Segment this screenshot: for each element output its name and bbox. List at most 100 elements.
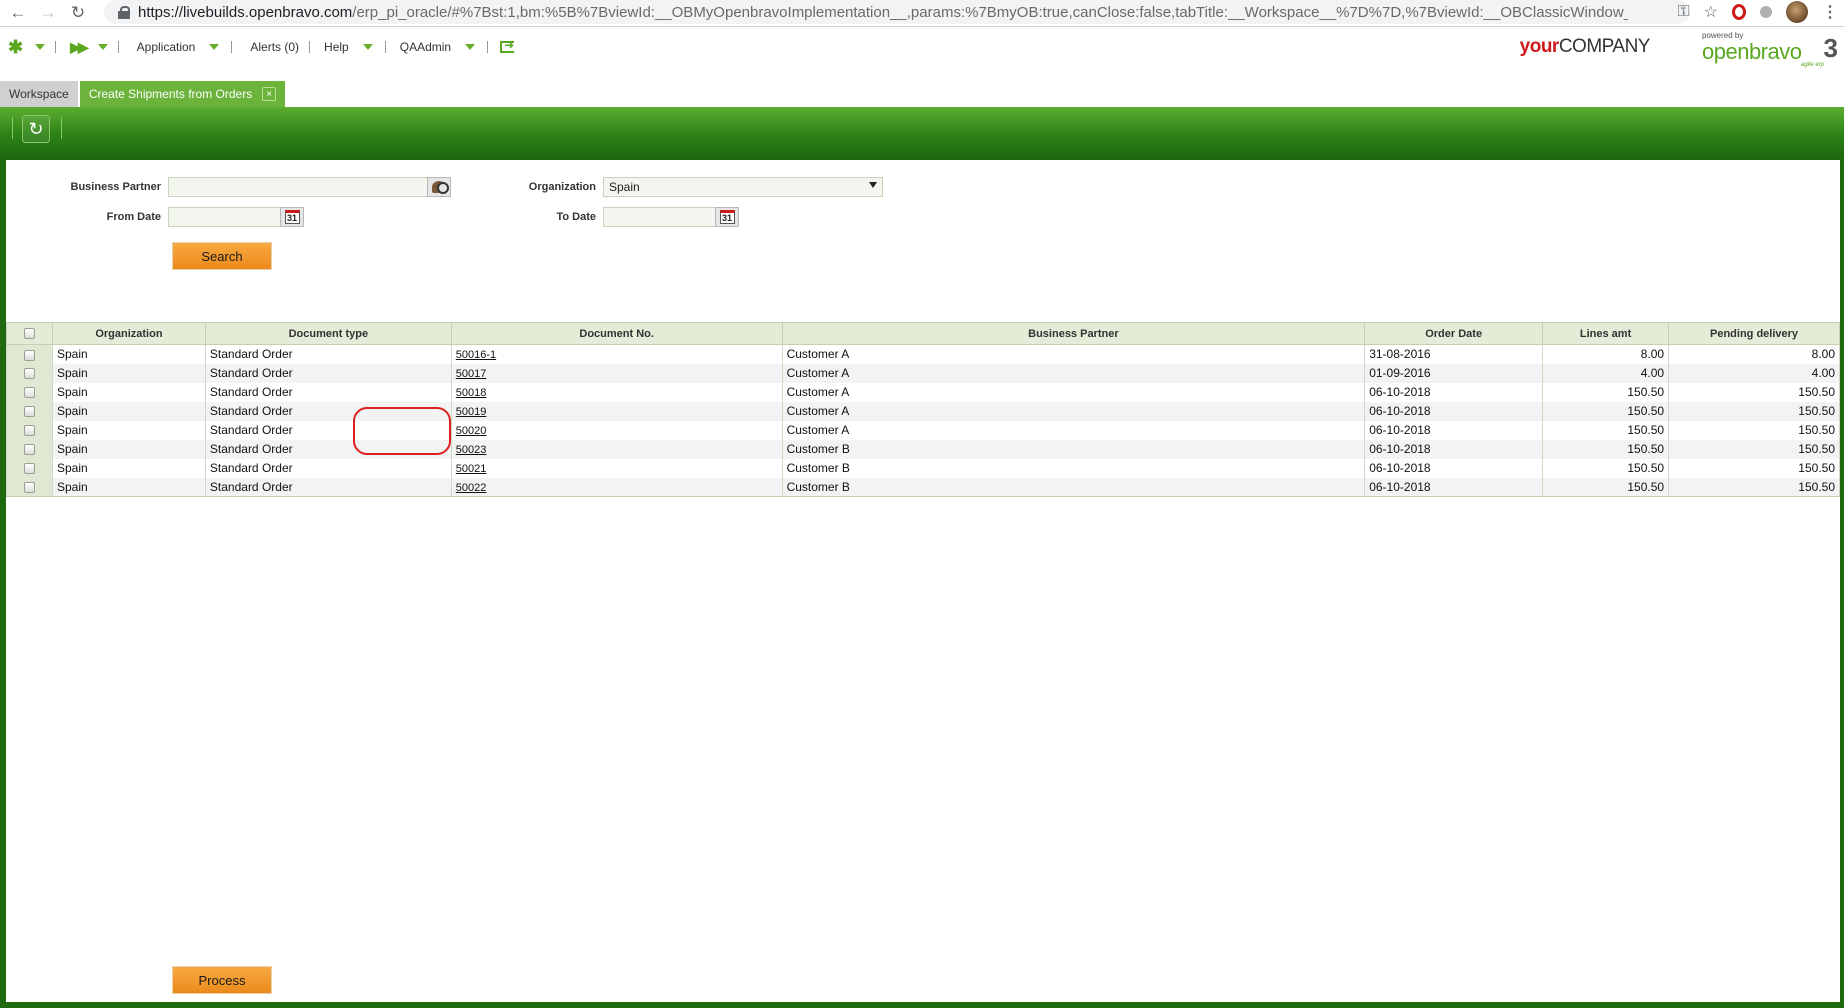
- select-all-header: [6, 322, 53, 345]
- row-select-cell: [6, 344, 53, 364]
- table-row[interactable]: Spain Standard Order 50023 Customer B 06…: [6, 439, 1840, 459]
- table-row[interactable]: Spain Standard Order 50018 Customer A 06…: [6, 382, 1840, 402]
- cell-order-date: 06-10-2018: [1364, 420, 1544, 440]
- business-partner-label: Business Partner: [70, 181, 161, 193]
- column-header-document-no[interactable]: Document No.: [450, 322, 783, 345]
- row-checkbox[interactable]: [23, 406, 35, 418]
- column-header-organization[interactable]: Organization: [51, 322, 206, 345]
- table-row[interactable]: Spain Standard Order 50022 Customer B 06…: [6, 477, 1840, 497]
- row-checkbox[interactable]: [23, 482, 35, 494]
- row-checkbox[interactable]: [23, 368, 35, 380]
- column-header-lines-amt[interactable]: Lines amt: [1542, 322, 1670, 345]
- organization-select[interactable]: Spain: [603, 177, 883, 197]
- back-icon[interactable]: ←: [6, 1, 30, 25]
- row-checkbox[interactable]: [23, 387, 35, 399]
- column-header-pending-delivery[interactable]: Pending delivery: [1668, 322, 1840, 345]
- row-select-cell: [6, 363, 53, 383]
- process-form: Business Partner Organization Spain From…: [6, 160, 1840, 1002]
- browser-menu-icon[interactable]: ⋮: [1822, 2, 1838, 22]
- opera-extension-icon[interactable]: [1732, 4, 1746, 20]
- forward-icon[interactable]: →: [36, 1, 60, 25]
- row-checkbox[interactable]: [23, 444, 35, 456]
- tab-create-shipments[interactable]: Create Shipments from Orders ×: [79, 81, 286, 107]
- document-no-link[interactable]: 50018: [456, 387, 487, 399]
- extension-icon[interactable]: [1760, 6, 1772, 18]
- cell-business-partner: Customer A: [781, 363, 1366, 383]
- cell-organization: Spain: [51, 458, 206, 478]
- cell-document-type: Standard Order: [204, 363, 452, 383]
- window-toolbar: ↻: [0, 107, 1844, 157]
- from-date-calendar-button[interactable]: 31: [280, 207, 304, 227]
- document-no-link[interactable]: 50021: [456, 463, 487, 475]
- tab-workspace[interactable]: Workspace: [0, 81, 78, 107]
- table-row[interactable]: Spain Standard Order 50017 Customer A 01…: [6, 363, 1840, 383]
- column-header-order-date[interactable]: Order Date: [1364, 322, 1544, 345]
- url-host: https://livebuilds.openbravo.com: [138, 3, 353, 21]
- quick-create-icon[interactable]: ▶▶: [70, 39, 88, 56]
- document-no-link[interactable]: 50022: [456, 482, 487, 494]
- table-row[interactable]: Spain Standard Order 50020 Customer A 06…: [6, 420, 1840, 440]
- business-partner-field[interactable]: [168, 177, 451, 197]
- document-no-link[interactable]: 50020: [456, 425, 487, 437]
- cell-document-type: Standard Order: [204, 477, 452, 497]
- bookmark-star-icon[interactable]: ☆: [1704, 2, 1718, 22]
- document-no-link[interactable]: 50023: [456, 444, 487, 456]
- cell-pending-delivery: 150.50: [1668, 439, 1840, 459]
- key-icon[interactable]: ⚿: [1677, 3, 1689, 21]
- profile-avatar[interactable]: [1786, 1, 1808, 23]
- chevron-down-icon: [465, 44, 476, 50]
- column-header-document-type[interactable]: Document type: [204, 322, 452, 345]
- business-partner-selector-button[interactable]: [427, 177, 451, 197]
- row-checkbox[interactable]: [23, 463, 35, 475]
- cell-document-no: 50017: [450, 363, 783, 383]
- cell-document-type: Standard Order: [204, 401, 452, 421]
- cell-business-partner: Customer A: [781, 420, 1366, 440]
- toolbar-divider: [12, 117, 13, 139]
- logout-icon[interactable]: [500, 38, 514, 53]
- cell-organization: Spain: [51, 439, 206, 459]
- cell-document-no: 50016-1: [450, 344, 783, 364]
- cell-document-type: Standard Order: [204, 420, 452, 440]
- cell-business-partner: Customer A: [781, 401, 1366, 421]
- refresh-button[interactable]: ↻: [22, 115, 50, 143]
- row-checkbox[interactable]: [23, 349, 35, 361]
- close-icon[interactable]: ×: [262, 87, 277, 101]
- orders-grid: Organization Document type Document No. …: [6, 322, 1840, 497]
- document-no-link[interactable]: 50019: [456, 406, 487, 418]
- menu-alerts[interactable]: Alerts (0): [244, 40, 305, 54]
- address-bar[interactable]: https://livebuilds.openbravo.com/erp_pi_…: [104, 0, 1690, 24]
- table-row[interactable]: Spain Standard Order 50021 Customer B 06…: [6, 458, 1840, 478]
- quick-launch-dropdown-icon[interactable]: [35, 44, 46, 50]
- cell-order-date: 06-10-2018: [1364, 439, 1544, 459]
- document-no-link[interactable]: 50017: [456, 368, 487, 380]
- to-date-label: To Date: [556, 211, 596, 223]
- menu-help-label: Help: [324, 40, 349, 54]
- column-header-business-partner[interactable]: Business Partner: [781, 322, 1366, 345]
- menu-user[interactable]: QAAdmin: [394, 40, 481, 54]
- table-row[interactable]: Spain Standard Order 50016-1 Customer A …: [6, 344, 1840, 364]
- cell-business-partner: Customer B: [781, 477, 1366, 497]
- menu-help[interactable]: Help: [318, 40, 379, 54]
- cell-order-date: 31-08-2016: [1364, 344, 1544, 364]
- reload-icon[interactable]: ↻: [66, 1, 90, 25]
- menu-application[interactable]: Application: [131, 40, 226, 54]
- quick-create-dropdown-icon[interactable]: [97, 44, 108, 50]
- from-date-field[interactable]: 31: [168, 207, 304, 227]
- document-no-link[interactable]: 50016-1: [456, 349, 496, 361]
- process-button[interactable]: Process: [172, 966, 272, 994]
- select-all-checkbox[interactable]: [23, 328, 35, 340]
- quick-launch-icon[interactable]: ✱: [8, 37, 23, 58]
- row-checkbox[interactable]: [23, 425, 35, 437]
- cell-order-date: 01-09-2016: [1364, 363, 1544, 383]
- cell-lines-amt: 150.50: [1542, 401, 1670, 421]
- to-date-calendar-button[interactable]: 31: [715, 207, 739, 227]
- cell-pending-delivery: 150.50: [1668, 458, 1840, 478]
- url-text[interactable]: https://livebuilds.openbravo.com/erp_pi_…: [138, 4, 1628, 21]
- company-logo: yourCOMPANY: [1520, 36, 1651, 58]
- cell-document-no: 50020: [450, 420, 783, 440]
- business-partner-value: [169, 178, 450, 182]
- browser-toolbar: ← → ↻ https://livebuilds.openbravo.com/e…: [0, 0, 1844, 27]
- search-button[interactable]: Search: [172, 242, 272, 270]
- to-date-field[interactable]: 31: [603, 207, 739, 227]
- table-row[interactable]: Spain Standard Order 50019 Customer A 06…: [6, 401, 1840, 421]
